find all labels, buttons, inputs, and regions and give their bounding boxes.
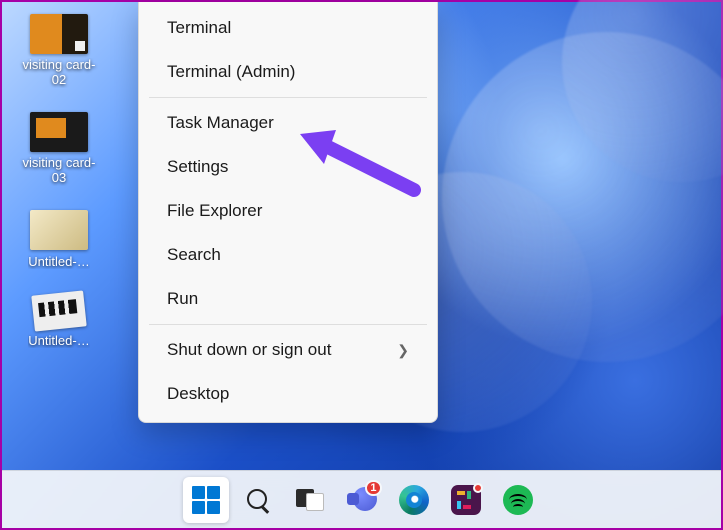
taskbar-app-teams[interactable]: 1 bbox=[339, 477, 385, 523]
menu-item-label: Desktop bbox=[167, 384, 229, 404]
taskbar-app-spotify[interactable] bbox=[495, 477, 541, 523]
menu-separator bbox=[149, 97, 427, 98]
menu-item-terminal-admin[interactable]: Terminal (Admin) bbox=[139, 50, 437, 94]
edge-icon bbox=[399, 485, 429, 515]
menu-item-label: File Explorer bbox=[167, 201, 262, 221]
windows-logo-icon bbox=[192, 486, 220, 514]
menu-item-label: Search bbox=[167, 245, 221, 265]
menu-item-terminal[interactable]: Terminal bbox=[139, 6, 437, 50]
taskbar-search-button[interactable] bbox=[235, 477, 281, 523]
desktop-icon-visiting-card-03[interactable]: visiting card-03 bbox=[16, 112, 102, 186]
menu-item-search[interactable]: Search bbox=[139, 233, 437, 277]
menu-item-label: Task Manager bbox=[167, 113, 274, 133]
spotify-icon bbox=[503, 485, 533, 515]
desktop-icon-label: Untitled-… bbox=[28, 254, 89, 269]
file-thumbnail-icon bbox=[31, 290, 86, 331]
menu-item-settings[interactable]: Settings bbox=[139, 145, 437, 189]
menu-item-label: Shut down or sign out bbox=[167, 340, 331, 360]
winx-context-menu: Terminal Terminal (Admin) Task Manager S… bbox=[138, 2, 438, 423]
start-button[interactable] bbox=[183, 477, 229, 523]
desktop-icon-untitled-2[interactable]: Untitled-… bbox=[16, 293, 102, 348]
menu-item-label: Run bbox=[167, 289, 198, 309]
notification-badge: 1 bbox=[365, 480, 381, 496]
desktop-icon-label: Untitled-… bbox=[28, 333, 89, 348]
file-thumbnail-icon bbox=[30, 14, 88, 54]
search-icon bbox=[245, 487, 271, 513]
file-thumbnail-icon bbox=[30, 112, 88, 152]
task-view-button[interactable] bbox=[287, 477, 333, 523]
desktop-icon-untitled-1[interactable]: Untitled-… bbox=[16, 210, 102, 269]
file-thumbnail-icon bbox=[30, 210, 88, 250]
desktop-icon-label: visiting card-02 bbox=[16, 58, 102, 88]
menu-item-shut-down-or-sign-out[interactable]: Shut down or sign out ❯ bbox=[139, 328, 437, 372]
menu-item-task-manager[interactable]: Task Manager bbox=[139, 101, 437, 145]
menu-item-run[interactable]: Run bbox=[139, 277, 437, 321]
taskbar-app-edge[interactable] bbox=[391, 477, 437, 523]
menu-item-label: Terminal (Admin) bbox=[167, 62, 295, 82]
taskbar-app-slack[interactable] bbox=[443, 477, 489, 523]
menu-item-file-explorer[interactable]: File Explorer bbox=[139, 189, 437, 233]
desktop-icon-label: visiting card-03 bbox=[16, 156, 102, 186]
desktop-icon-visiting-card-02[interactable]: visiting card-02 bbox=[16, 14, 102, 88]
menu-separator bbox=[149, 324, 427, 325]
menu-item-label: Terminal bbox=[167, 18, 231, 38]
menu-item-desktop[interactable]: Desktop bbox=[139, 372, 437, 416]
task-view-icon bbox=[296, 489, 324, 511]
taskbar: 1 bbox=[2, 470, 721, 528]
chevron-right-icon: ❯ bbox=[397, 342, 409, 359]
menu-item-label: Settings bbox=[167, 157, 228, 177]
desktop-icons: visiting card-02 visiting card-03 Untitl… bbox=[16, 14, 102, 348]
notification-badge bbox=[473, 483, 483, 493]
